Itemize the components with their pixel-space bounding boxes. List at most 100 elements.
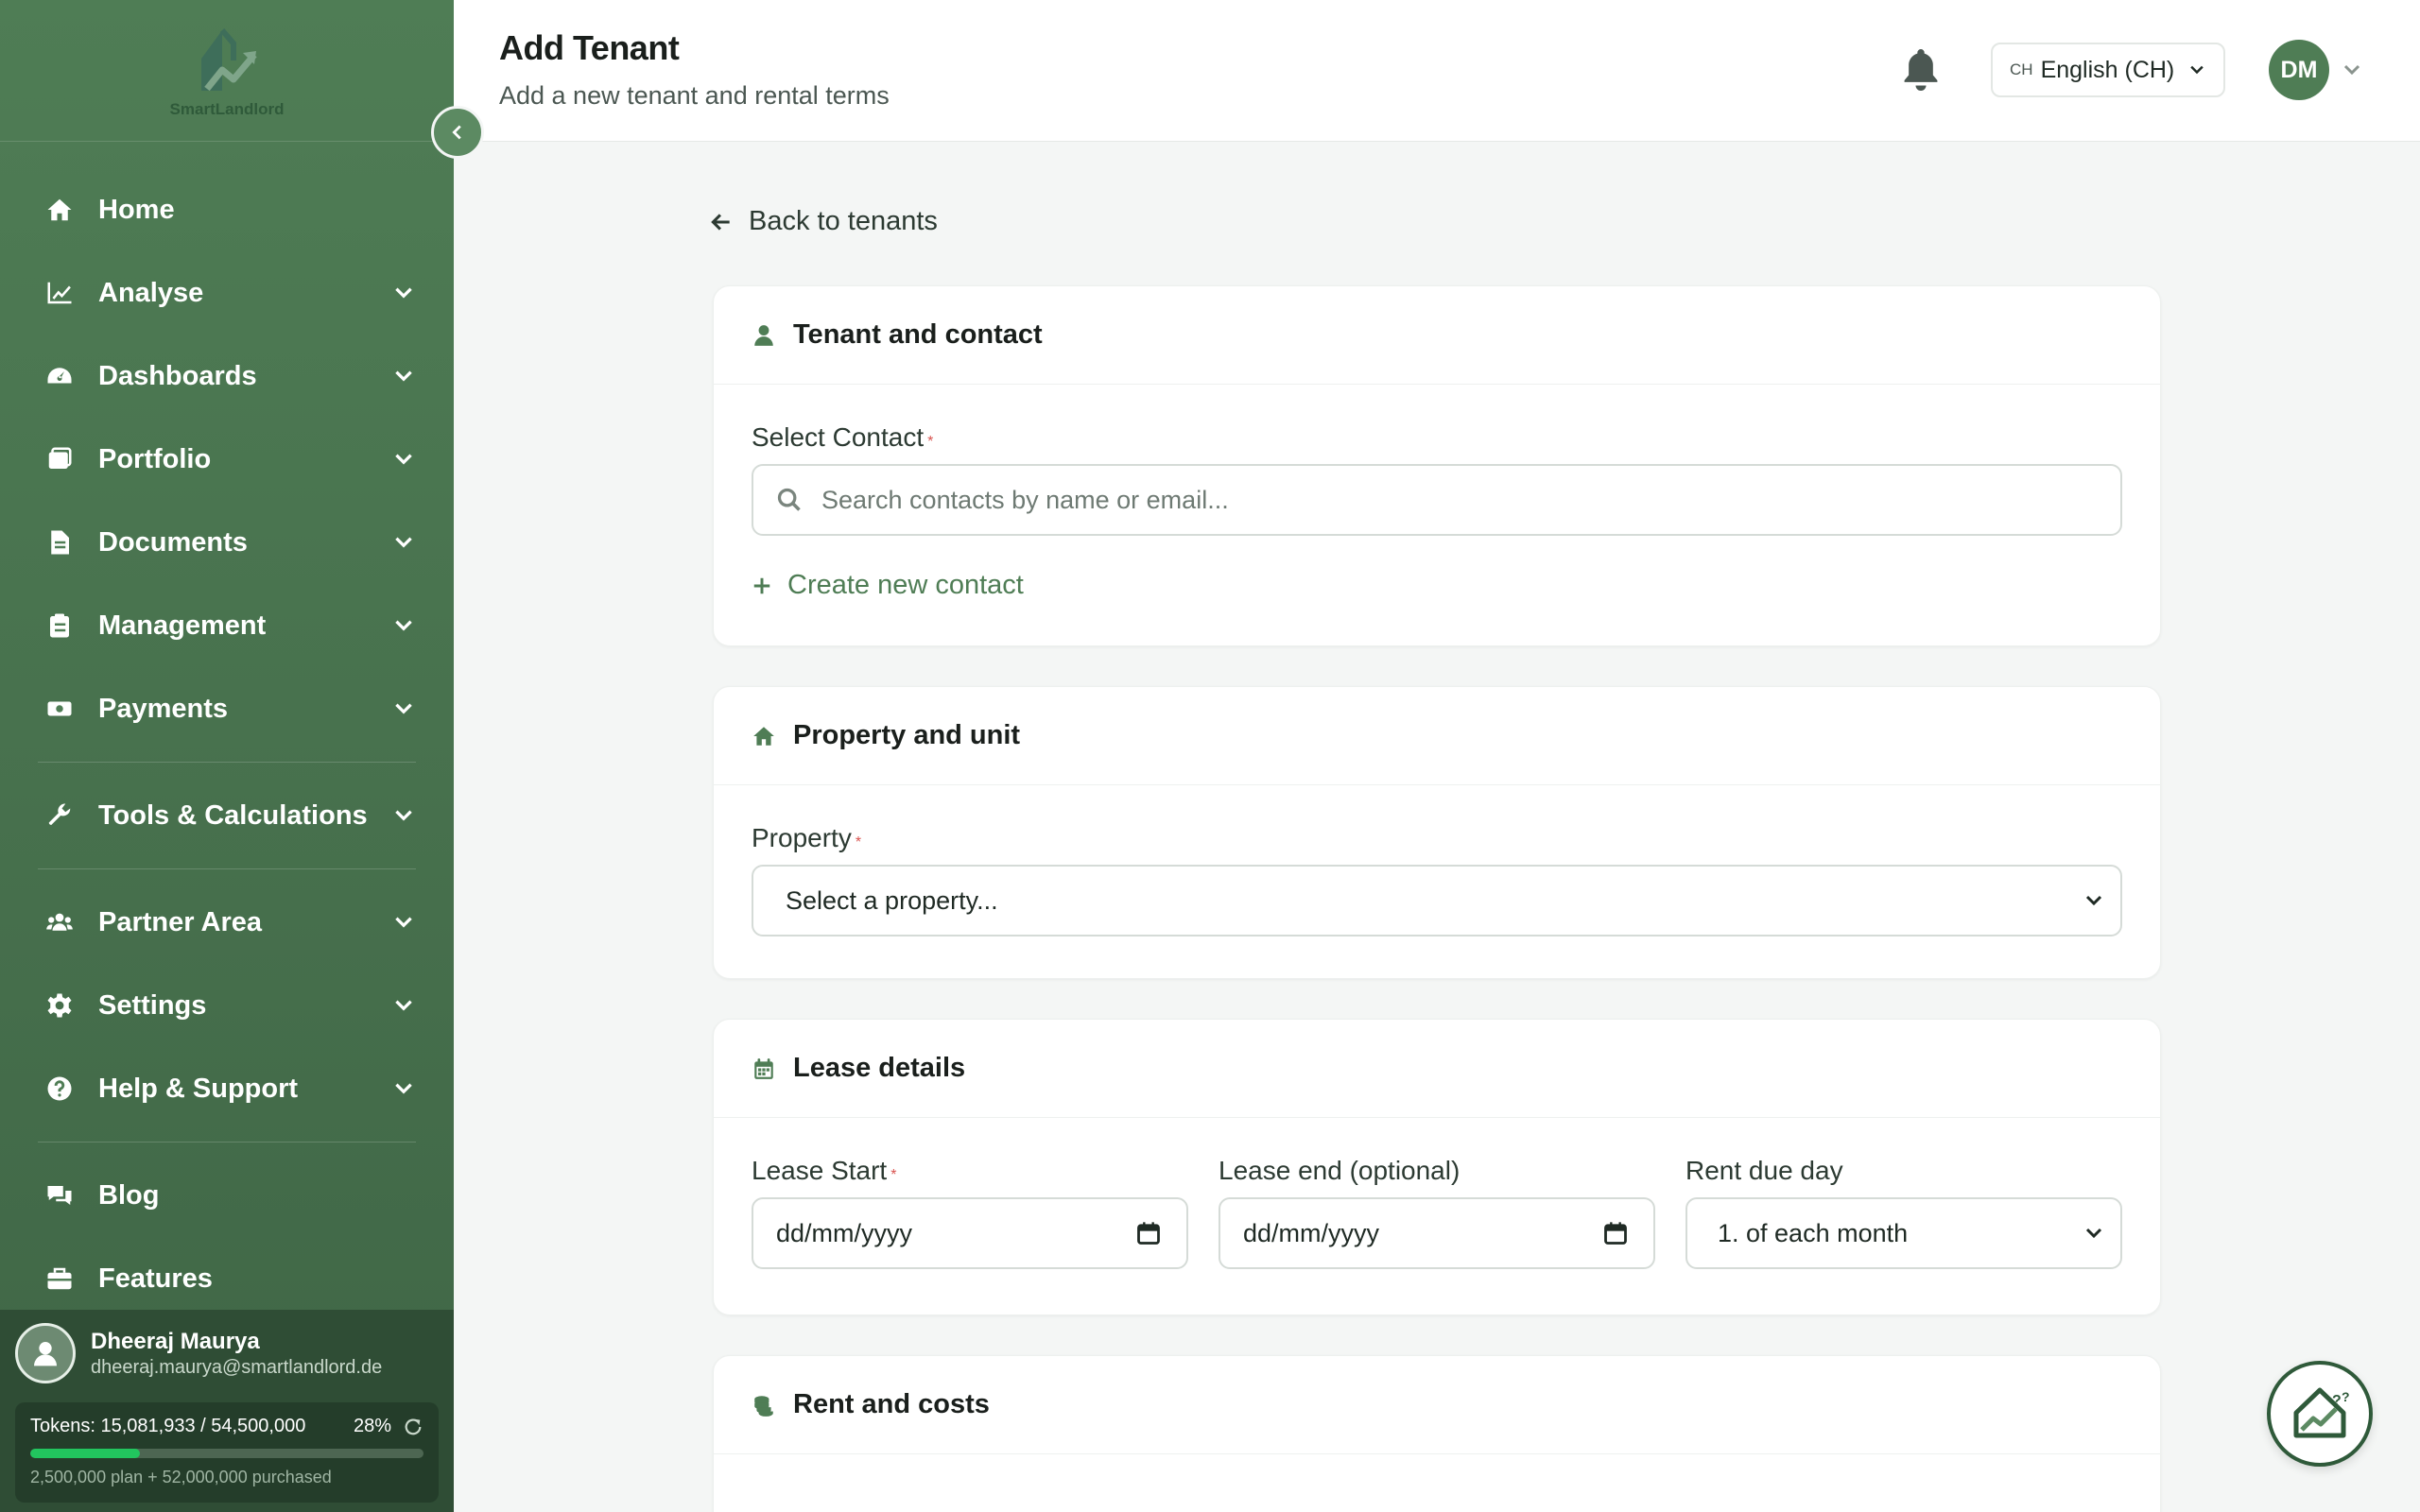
- contact-search-input[interactable]: Search contacts by name or email...: [752, 464, 2122, 536]
- chevron-down-icon: [395, 1083, 412, 1094]
- required-mark: *: [927, 434, 934, 450]
- card-title: Lease details: [793, 1053, 966, 1083]
- sidebar-item-tools[interactable]: Tools & Calculations: [0, 774, 454, 857]
- portfolio-icon: [43, 443, 76, 475]
- sidebar-item-management[interactable]: Management: [0, 584, 454, 667]
- contact-search-placeholder: Search contacts by name or email...: [821, 485, 1229, 514]
- chevron-down-icon: [395, 1000, 412, 1011]
- arrow-left-icon: [711, 213, 730, 231]
- calendar-icon[interactable]: [1602, 1220, 1629, 1246]
- logo[interactable]: SmartLandlord: [0, 0, 454, 142]
- create-new-contact-button[interactable]: Create new contact: [752, 570, 2122, 601]
- lease-start-value: dd/mm/yyyy: [776, 1218, 913, 1247]
- create-contact-label: Create new contact: [787, 570, 1024, 600]
- clipboard-icon: [43, 610, 76, 642]
- tenant-contact-card: Tenant and contact Select Contact * Searc…: [713, 285, 2161, 646]
- document-icon: [43, 526, 76, 558]
- page-title: Add Tenant: [499, 28, 680, 67]
- token-percent: 28%: [353, 1416, 391, 1436]
- sidebar-collapse-button[interactable]: [431, 106, 484, 159]
- top-header: Add Tenant Add a new tenant and rental t…: [454, 0, 2420, 142]
- chevron-down-icon: [395, 370, 412, 382]
- sidebar-divider: [38, 868, 416, 869]
- bell-icon[interactable]: [1900, 47, 1942, 93]
- sidebar-item-label: Tools & Calculations: [98, 799, 368, 831]
- page-subtitle: Add a new tenant and rental terms: [499, 81, 890, 110]
- sidebar-item-documents[interactable]: Documents: [0, 501, 454, 584]
- users-icon: [43, 906, 76, 938]
- chevron-down-icon: [2190, 65, 2204, 75]
- coins-icon: [754, 1395, 773, 1417]
- sidebar-divider: [38, 1142, 416, 1143]
- sidebar-item-payments[interactable]: Payments: [0, 667, 454, 750]
- sidebar-item-label: Settings: [98, 989, 207, 1021]
- user-profile[interactable]: Dheeraj Maurya dheeraj.maurya@smartlandl…: [0, 1310, 454, 1397]
- sidebar-item-settings[interactable]: Settings: [0, 964, 454, 1047]
- back-label: Back to tenants: [749, 206, 938, 236]
- language-code: CH: [2010, 60, 2033, 78]
- property-label: Property: [752, 823, 852, 852]
- language-selector[interactable]: CH English (CH): [1991, 43, 2225, 97]
- question-icon: [43, 1073, 76, 1105]
- calendar-icon: [754, 1057, 773, 1079]
- sidebar-item-label: Management: [98, 610, 267, 641]
- chevron-down-icon[interactable]: [2341, 59, 2363, 81]
- chevron-down-icon: [2085, 895, 2102, 906]
- rent-costs-card: Rent and costs: [713, 1355, 2161, 1512]
- token-count: Tokens: 15,081,933 / 54,500,000: [30, 1416, 306, 1436]
- token-progress-bar: [30, 1449, 424, 1458]
- required-mark: *: [890, 1167, 897, 1183]
- lease-end-label: Lease end (optional): [1219, 1156, 1461, 1185]
- sidebar-item-dashboards[interactable]: Dashboards: [0, 335, 454, 418]
- property-select-value: Select a property...: [786, 885, 998, 915]
- chevron-down-icon: [395, 287, 412, 299]
- lease-start-date-input[interactable]: dd/mm/yyyy: [752, 1197, 1188, 1269]
- user-avatar[interactable]: DM: [2269, 40, 2329, 100]
- sidebar-item-label: Home: [98, 194, 175, 225]
- sidebar-item-partner-area[interactable]: Partner Area: [0, 881, 454, 964]
- user-icon: [754, 324, 773, 346]
- logo-icon: [201, 27, 257, 91]
- plus-icon: [753, 577, 770, 593]
- calendar-icon[interactable]: [1135, 1220, 1162, 1246]
- lease-end-date-input[interactable]: dd/mm/yyyy: [1219, 1197, 1655, 1269]
- chevron-down-icon: [395, 620, 412, 631]
- sidebar-item-analyse[interactable]: Analyse: [0, 251, 454, 335]
- sidebar-item-blog[interactable]: Blog: [0, 1154, 454, 1237]
- money-icon: [43, 693, 76, 725]
- property-unit-card: Property and unit Property * Select a pro…: [713, 686, 2161, 979]
- refresh-icon[interactable]: [403, 1417, 424, 1437]
- sidebar-item-label: Features: [98, 1263, 213, 1294]
- sidebar-item-label: Blog: [98, 1179, 160, 1211]
- back-to-tenants-link[interactable]: Back to tenants: [709, 206, 938, 237]
- sidebar-item-features[interactable]: Features: [0, 1237, 454, 1320]
- sidebar-item-label: Analyse: [98, 277, 204, 308]
- search-icon: [777, 488, 801, 511]
- sidebar-item-portfolio[interactable]: Portfolio: [0, 418, 454, 501]
- help-assistant-button[interactable]: ? ?: [2267, 1361, 2373, 1467]
- sidebar-item-help[interactable]: Help & Support: [0, 1047, 454, 1130]
- user-icon: [34, 1342, 57, 1366]
- sidebar-divider: [38, 762, 416, 763]
- sidebar-item-label: Partner Area: [98, 906, 263, 937]
- lease-start-label: Lease Start: [752, 1156, 888, 1185]
- gear-icon: [43, 989, 76, 1022]
- rent-due-day-select[interactable]: 1. of each month: [1685, 1197, 2122, 1269]
- sidebar-item-label: Help & Support: [98, 1073, 299, 1104]
- property-select[interactable]: Select a property...: [752, 865, 2122, 936]
- rent-due-day-label: Rent due day: [1685, 1156, 1843, 1185]
- sidebar-item-label: Portfolio: [98, 443, 212, 474]
- home-icon: [753, 726, 774, 746]
- required-mark: *: [855, 834, 862, 850]
- lease-details-card: Lease details Lease Start * dd/mm/yyyy Le…: [713, 1019, 2161, 1315]
- sidebar-item-label: Payments: [98, 693, 229, 724]
- svg-text:?: ?: [2332, 1393, 2342, 1409]
- rent-due-day-value: 1. of each month: [1718, 1218, 1909, 1247]
- chevron-down-icon: [395, 454, 412, 465]
- chevron-down-icon: [2085, 1228, 2102, 1239]
- chevron-down-icon: [395, 810, 412, 821]
- lease-end-value: dd/mm/yyyy: [1243, 1218, 1380, 1247]
- sidebar-item-home[interactable]: Home: [0, 168, 454, 251]
- sidebar-nav: Home Analyse Dashboards Portfolio Docume…: [0, 168, 454, 1320]
- svg-text:?: ?: [2342, 1389, 2350, 1404]
